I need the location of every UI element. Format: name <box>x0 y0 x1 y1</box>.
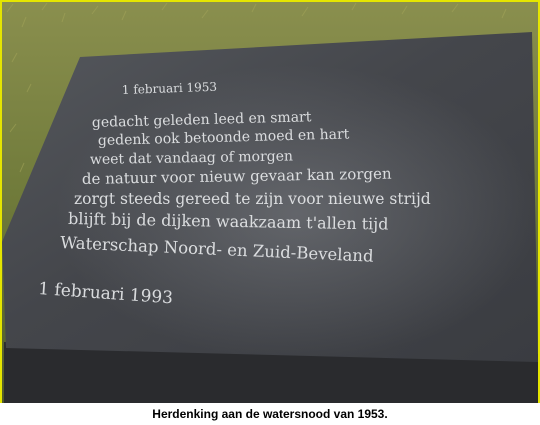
photo-frame: 1 februari 1953 gedacht geleden leed en … <box>0 0 540 405</box>
memorial-photo: 1 februari 1953 gedacht geleden leed en … <box>2 2 538 403</box>
caption-bar: Herdenking aan de watersnood van 1953. <box>0 403 540 425</box>
photo-caption: Herdenking aan de watersnood van 1953. <box>152 407 388 421</box>
plaque-line-5: zorgt steeds gereed te zijn voor nieuwe … <box>74 190 431 208</box>
